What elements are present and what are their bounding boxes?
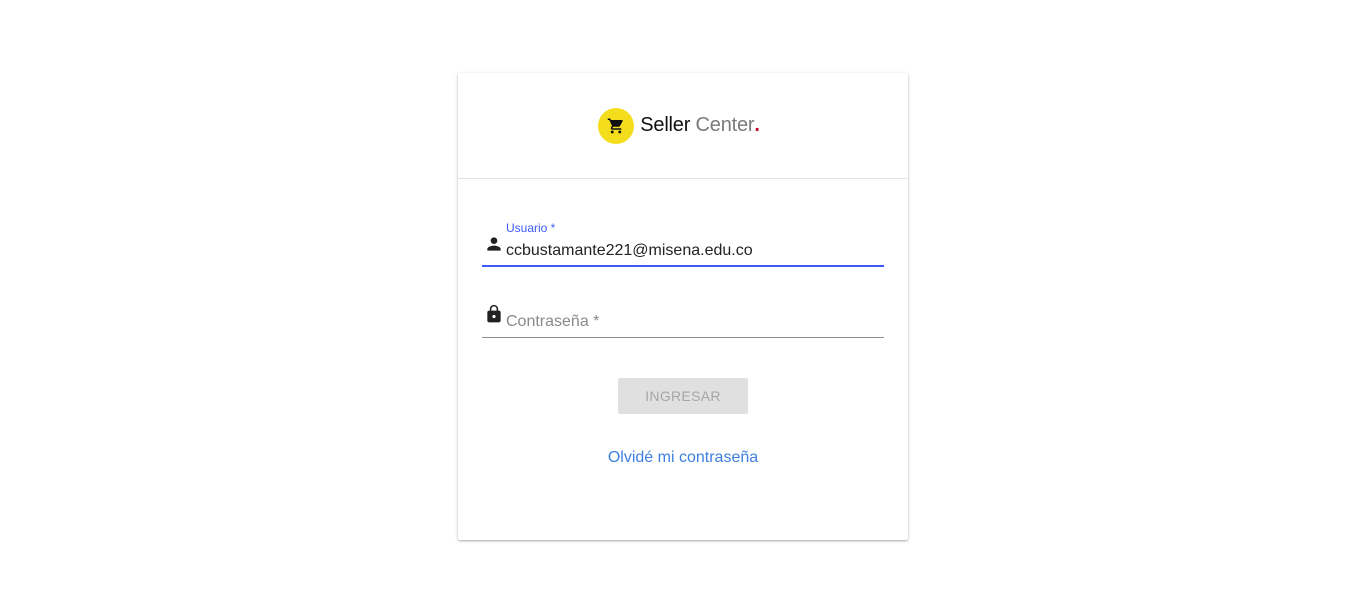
login-button[interactable]: INGRESAR (618, 378, 748, 414)
logo-text: Seller Center. (640, 114, 760, 137)
user-field-underline (482, 265, 884, 267)
logo-text-center: Center (695, 114, 755, 136)
password-field (482, 301, 884, 341)
seller-center-logo: Seller Center. (598, 107, 760, 144)
card-header: Seller Center. (458, 73, 908, 179)
person-icon (484, 234, 504, 259)
lock-icon (484, 302, 504, 331)
login-card: Seller Center. Usuario * INGRESAR Olvidé… (458, 73, 908, 540)
user-field: Usuario * (482, 218, 884, 268)
user-field-label: Usuario * (506, 221, 556, 235)
password-input[interactable] (506, 311, 882, 333)
shopping-cart-icon (608, 118, 624, 133)
forgot-password-link[interactable]: Olvidé mi contraseña (458, 449, 908, 467)
password-field-underline (482, 337, 884, 338)
logo-dot: . (754, 114, 760, 136)
logo-badge (598, 107, 635, 144)
user-input[interactable] (506, 240, 882, 262)
logo-text-seller: Seller (640, 114, 691, 136)
